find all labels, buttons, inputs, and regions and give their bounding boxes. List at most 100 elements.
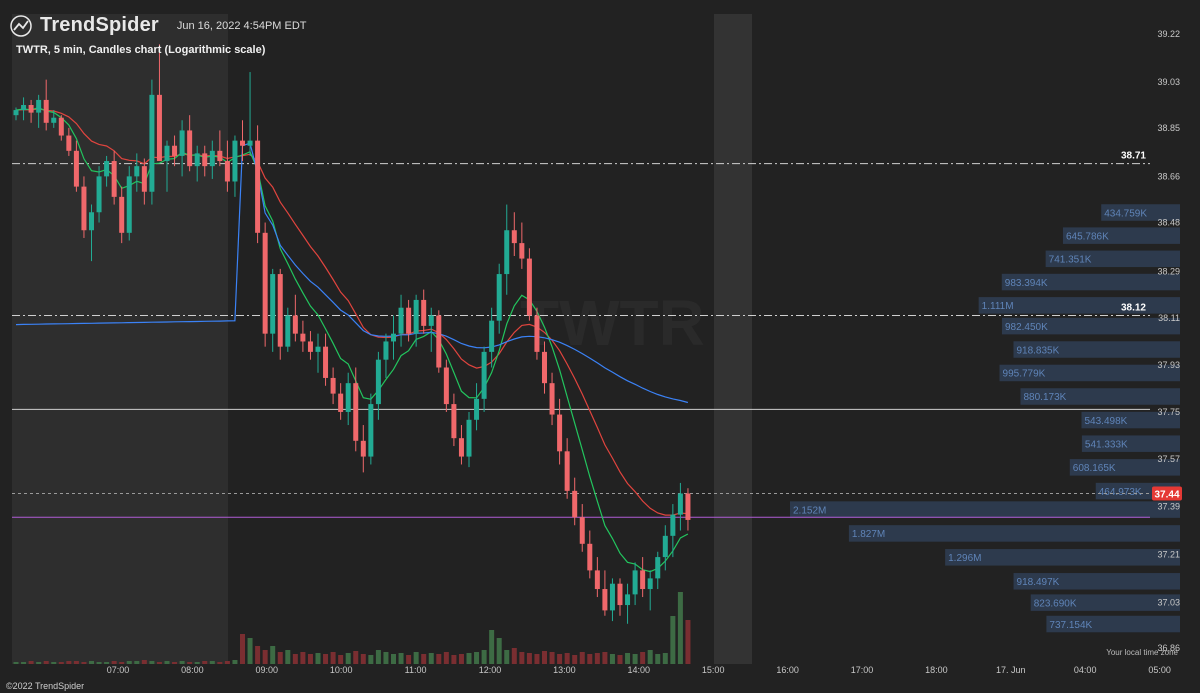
volume-bar	[504, 650, 510, 664]
volume-profile-label: 464.973K	[1099, 487, 1142, 498]
volume-bar	[360, 654, 366, 664]
volume-bar	[398, 653, 404, 664]
x-tick-label: 17:00	[851, 665, 874, 675]
volume-bar	[194, 662, 200, 664]
y-tick-label: 39.03	[1157, 77, 1180, 87]
volume-bar	[647, 650, 653, 664]
volume-profile-label: 918.497K	[1017, 577, 1060, 588]
volume-bar	[81, 662, 87, 664]
candle-body	[375, 359, 381, 405]
volume-bar	[247, 638, 253, 664]
volume-bar	[436, 654, 442, 664]
volume-bar	[43, 661, 49, 664]
volume-bar	[632, 654, 638, 664]
candle-body	[436, 315, 442, 368]
candle-body	[640, 570, 646, 590]
candle-body	[217, 150, 223, 162]
volume-bar	[594, 653, 600, 664]
volume-bar	[685, 620, 691, 664]
chart-timestamp: Jun 16, 2022 4:54PM EDT	[176, 19, 307, 32]
candle-body	[391, 333, 396, 342]
volume-bar	[564, 653, 570, 664]
copyright: ©2022 TrendSpider	[6, 681, 85, 691]
candle-body	[21, 105, 27, 111]
candle-body	[179, 130, 185, 156]
y-tick-label: 38.11	[1158, 313, 1180, 323]
candle-body	[519, 243, 525, 259]
volume-profile-label: 983.394K	[1005, 278, 1048, 289]
volume-profile-bar	[848, 525, 1180, 542]
candle-body	[609, 583, 615, 611]
volume-bar	[202, 661, 208, 664]
volume-bar	[489, 630, 495, 664]
candle-body	[28, 105, 34, 113]
candle-body	[36, 99, 42, 113]
volume-bar	[300, 652, 306, 664]
y-tick-label: 38.48	[1157, 218, 1180, 228]
price-chart[interactable]: TWTR 434.759K 645.786K 741.351K 983.394K 1.1…	[0, 0, 1200, 693]
candle-body	[617, 583, 623, 606]
x-tick-label: 16:00	[776, 665, 799, 675]
volume-bar	[134, 661, 140, 664]
candle-body	[481, 351, 487, 399]
volume-bar	[640, 652, 646, 664]
candle-body	[421, 299, 427, 326]
volume-bar	[58, 662, 64, 664]
candle-body	[466, 419, 472, 457]
volume-bar	[557, 654, 563, 664]
volume-bar	[217, 662, 223, 664]
volume-bar	[224, 661, 230, 664]
volume-bar	[141, 660, 147, 664]
volume-profile-label: 1.296M	[948, 553, 981, 564]
x-tick-label: 10:00	[330, 665, 353, 675]
candle-body	[330, 377, 336, 394]
x-tick-label: 11:00	[405, 665, 427, 675]
x-tick-label: 04:00	[1074, 665, 1097, 675]
brand-name: TrendSpider	[40, 14, 159, 36]
volume-bar	[255, 646, 261, 664]
volume-bar	[572, 655, 578, 664]
candle-body	[360, 440, 366, 457]
candle-body	[345, 383, 351, 412]
candle-body	[489, 320, 495, 352]
candle-body	[187, 130, 193, 167]
volume-profile-label: 823.690K	[1034, 598, 1077, 609]
y-tick-label: 37.39	[1157, 502, 1180, 512]
volume-bar	[51, 662, 57, 664]
volume-bar	[111, 661, 117, 664]
candle-body	[625, 594, 631, 606]
volume-bar	[187, 662, 193, 664]
volume-bar	[345, 653, 351, 664]
candle-body	[383, 341, 389, 360]
volume-bar	[519, 652, 525, 664]
volume-bar	[383, 652, 389, 664]
candle-body	[458, 438, 464, 457]
volume-bar	[617, 655, 623, 664]
candle-body	[292, 315, 298, 334]
volume-bar	[240, 634, 245, 664]
y-tick-label: 37.03	[1157, 597, 1180, 607]
volume-bar	[104, 662, 110, 664]
volume-bar	[466, 653, 472, 664]
volume-bar	[625, 653, 631, 664]
candle-body	[96, 176, 102, 213]
x-tick-label: 13:00	[553, 665, 576, 675]
candle-body	[504, 230, 510, 275]
y-tick-label: 37.75	[1157, 407, 1180, 417]
candle-body	[534, 315, 540, 352]
volume-bar	[270, 646, 276, 664]
volume-profile-label: 741.351K	[1049, 255, 1092, 266]
candle-body	[232, 140, 238, 182]
candle-body	[496, 274, 502, 321]
current-price-label: 37.44	[1154, 489, 1179, 500]
volume-bar	[375, 650, 381, 664]
volume-bar	[534, 654, 540, 664]
volume-bar	[526, 653, 532, 664]
x-tick-label: 07:00	[107, 665, 130, 675]
volume-bar	[149, 661, 155, 664]
afterhours-shading	[714, 14, 752, 664]
volume-bar	[474, 652, 480, 664]
candle-body	[594, 570, 600, 590]
x-tick-label: 05:00	[1148, 665, 1171, 675]
candle-body	[655, 557, 661, 579]
